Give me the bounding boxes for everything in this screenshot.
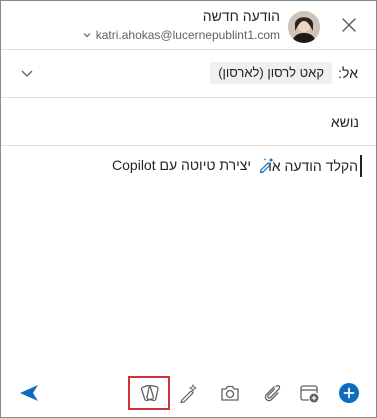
to-label: אל: bbox=[338, 65, 358, 81]
more-options-button[interactable] bbox=[335, 379, 363, 407]
chevron-down-icon bbox=[83, 33, 91, 38]
compose-toolbar bbox=[1, 371, 376, 417]
to-field-row[interactable]: אל: קאט לרסון (לארסון) bbox=[1, 50, 376, 98]
draw-button[interactable] bbox=[175, 379, 203, 407]
pen-sparkle-icon bbox=[180, 383, 198, 404]
compose-title: הודעה חדשה bbox=[202, 8, 280, 24]
subject-field-row[interactable]: נושא bbox=[1, 98, 376, 146]
recipient-chip[interactable]: קאט לרסון (לארסון) bbox=[210, 62, 332, 84]
avatar[interactable] bbox=[288, 11, 320, 43]
close-icon bbox=[342, 18, 356, 32]
close-button[interactable] bbox=[337, 13, 361, 37]
camera-button[interactable] bbox=[216, 379, 244, 407]
from-account-selector[interactable]: katri.ahokas@lucernepublint1.com bbox=[82, 28, 280, 42]
send-button[interactable] bbox=[15, 379, 43, 407]
copilot-draft-link[interactable]: יצירת טיוטה עם Copilot bbox=[112, 155, 275, 175]
send-icon bbox=[20, 385, 38, 401]
expand-recipients-button[interactable] bbox=[19, 65, 35, 81]
text-caret bbox=[360, 155, 362, 177]
avatar-image bbox=[288, 11, 320, 43]
message-body[interactable]: הקלד הודעה או יצירת טיוטה עם Copilot bbox=[1, 146, 376, 371]
subject-label: נושא bbox=[330, 114, 359, 130]
highlight-box bbox=[128, 376, 170, 410]
calendar-add-icon bbox=[300, 385, 319, 403]
chevron-down-icon bbox=[21, 70, 33, 77]
sender-email: katri.ahokas@lucernepublint1.com bbox=[95, 28, 280, 42]
more-plus-icon bbox=[339, 383, 359, 403]
camera-icon bbox=[221, 385, 239, 401]
schedule-meeting-button[interactable] bbox=[295, 379, 323, 407]
copilot-link-label: יצירת טיוטה עם Copilot bbox=[112, 157, 251, 173]
pen-sparkle-icon bbox=[259, 157, 274, 174]
compose-header: הודעה חדשה katri.ahokas@lucernepublint1.… bbox=[1, 1, 376, 50]
attach-icon bbox=[264, 384, 281, 402]
attach-button[interactable] bbox=[257, 379, 285, 407]
body-prompt: הקלד הודעה או bbox=[268, 158, 358, 174]
compose-window: הודעה חדשה katri.ahokas@lucernepublint1.… bbox=[0, 0, 377, 418]
